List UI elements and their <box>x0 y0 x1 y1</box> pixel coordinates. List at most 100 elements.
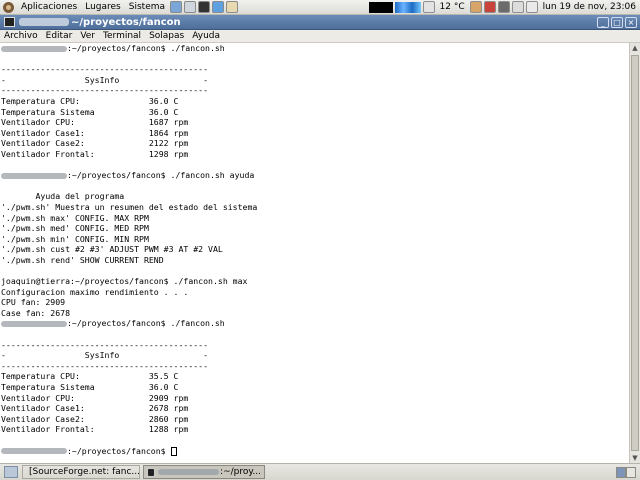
top-panel: Aplicaciones Lugares Sistema 12 °C lun 1… <box>0 0 640 15</box>
scrollbar-thumb[interactable] <box>631 55 639 451</box>
window-titlebar[interactable]: ~/proyectos/fancon _ □ × <box>0 15 640 30</box>
gnome-foot-icon[interactable] <box>3 1 14 13</box>
terminal-line-text: Configuracion maximo rendimiento . . . <box>1 286 189 297</box>
terminal-line-text: CPU fan: 2909 <box>1 297 66 308</box>
redacted-username <box>1 320 67 327</box>
tray-gmail-icon[interactable] <box>497 1 510 13</box>
window-title-text: ~/proyectos/fancon <box>71 16 181 28</box>
tray-app-icon[interactable] <box>469 1 482 13</box>
scroll-down-arrow-icon[interactable]: ▼ <box>631 453 639 463</box>
menu-ver[interactable]: Ver <box>76 31 99 41</box>
terminal-line: ----------------------------------------… <box>0 85 629 96</box>
scroll-up-arrow-icon[interactable]: ▲ <box>631 43 639 53</box>
minimize-button[interactable]: _ <box>597 16 609 28</box>
mail-launcher-icon[interactable] <box>184 1 197 13</box>
terminal-line: - SysInfo - <box>0 75 629 86</box>
cpu-monitor-graph[interactable] <box>368 1 393 13</box>
terminal-line: Case fan: 2678 <box>0 308 629 319</box>
volume-icon[interactable] <box>525 1 538 13</box>
terminal-line-text: Ventilador CPU: 1687 rpm <box>1 117 189 128</box>
terminal-line: Ventilador Case2: 2122 rpm <box>0 138 629 149</box>
terminal-line-text: Ventilador Case1: 2678 rpm <box>1 403 189 414</box>
terminal-line: Temperatura Sistema 36.0 C <box>0 382 629 393</box>
task-label: :~/proy... <box>220 467 261 477</box>
menu-ayuda[interactable]: Ayuda <box>188 31 224 41</box>
terminal-line-text: Ventilador Frontal: 1288 rpm <box>1 424 189 435</box>
clock[interactable]: lun 19 de nov, 23:06 <box>539 0 640 15</box>
terminal-line-text: :~/proyectos/fancon$ ./fancon.sh <box>67 43 225 53</box>
terminal-window-icon[interactable] <box>4 17 15 27</box>
task-terminal[interactable]: :~/proy... <box>143 465 265 479</box>
terminal-line: Configuracion maximo rendimiento . . . <box>0 287 629 298</box>
terminal-line-text: './pwm.sh rend' SHOW CURRENT REND <box>1 254 164 265</box>
close-button[interactable]: × <box>625 16 637 28</box>
menu-aplicaciones[interactable]: Aplicaciones <box>17 0 81 15</box>
redacted-username <box>1 45 67 52</box>
terminal-line-text: :~/proyectos/fancon$ <box>67 445 171 456</box>
menu-sistema[interactable]: Sistema <box>125 0 169 15</box>
menu-editar[interactable]: Editar <box>42 31 77 41</box>
terminal-line-text: './pwm.sh cust #2 #3' ADJUST PWM #3 AT #… <box>1 244 223 255</box>
browser-launcher-icon[interactable] <box>170 1 183 13</box>
menu-terminal[interactable]: Terminal <box>99 31 145 41</box>
terminal-line: Ventilador Case2: 2860 rpm <box>0 414 629 425</box>
tray-alert-icon[interactable] <box>483 1 496 13</box>
terminal-line: Ventilador Case1: 2678 rpm <box>0 403 629 414</box>
terminal-line: :~/proyectos/fancon$ <box>0 446 629 457</box>
terminal-cursor <box>170 446 177 456</box>
terminal-line-text: Ventilador Case1: 1864 rpm <box>1 127 189 138</box>
terminal-launcher-icon[interactable] <box>198 1 211 13</box>
tray-network-icon[interactable] <box>511 1 524 13</box>
network-launcher-icon[interactable] <box>212 1 225 13</box>
terminal-line: './pwm.sh max' CONFIG. MAX RPM <box>0 213 629 224</box>
terminal-output[interactable]: :~/proyectos/fancon$ ./fancon.sh --------… <box>0 43 629 463</box>
terminal-line: :~/proyectos/fancon$ ./fancon.sh <box>0 318 629 329</box>
terminal-line: './pwm.sh med' CONFIG. MED RPM <box>0 223 629 234</box>
terminal-line-text: Ventilador Case2: 2860 rpm <box>1 413 189 424</box>
task-firefox[interactable]: [SourceForge.net: fanc... <box>22 465 140 479</box>
terminal-line-text: './pwm.sh max' CONFIG. MAX RPM <box>1 212 149 223</box>
menubar: Archivo Editar Ver Terminal Solapas Ayud… <box>0 30 640 43</box>
terminal-line: ----------------------------------------… <box>0 64 629 75</box>
terminal-line: Temperatura CPU: 35.5 C <box>0 371 629 382</box>
menu-solapas[interactable]: Solapas <box>145 31 188 41</box>
terminal-line: - SysInfo - <box>0 350 629 361</box>
menu-lugares[interactable]: Lugares <box>81 0 125 15</box>
terminal-line-text: Case fan: 2678 <box>1 307 71 318</box>
terminal-line-text: Temperatura Sistema 36.0 C <box>1 106 179 117</box>
terminal-line-text: Ventilador Case2: 2122 rpm <box>1 138 189 149</box>
network-monitor-graph[interactable] <box>394 1 421 13</box>
terminal-line: Ventilador Frontal: 1288 rpm <box>0 424 629 435</box>
redacted-username <box>1 448 67 455</box>
terminal-line-text: - SysInfo - <box>1 74 209 85</box>
workspace-switcher[interactable] <box>616 466 636 478</box>
terminal-line-text: ----------------------------------------… <box>1 360 209 371</box>
bottom-panel: [SourceForge.net: fanc... :~/proy... <box>0 463 640 480</box>
terminal-line: Ventilador CPU: 2909 rpm <box>0 393 629 404</box>
workspace-1[interactable] <box>616 466 626 478</box>
terminal-line-text: Temperatura CPU: 36.0 C <box>1 95 179 106</box>
terminal-line: './pwm.sh min' CONFIG. MIN RPM <box>0 234 629 245</box>
menu-archivo[interactable]: Archivo <box>0 31 42 41</box>
terminal-line-text: './pwm.sh' Muestra un resumen del estado… <box>1 201 258 212</box>
weather-icon[interactable] <box>422 1 435 13</box>
terminal-line: :~/proyectos/fancon$ ./fancon.sh <box>0 43 629 54</box>
workspace-2[interactable] <box>626 466 636 478</box>
terminal-line-text: Ventilador CPU: 2909 rpm <box>1 392 189 403</box>
terminal-line-text: Ayuda del programa <box>1 191 125 202</box>
maximize-button[interactable]: □ <box>611 16 623 28</box>
terminal-line: ----------------------------------------… <box>0 361 629 372</box>
terminal-line: Temperatura CPU: 36.0 C <box>0 96 629 107</box>
terminal-scrollbar[interactable]: ▲ ▼ <box>629 43 640 463</box>
terminal-line: Ventilador Case1: 1864 rpm <box>0 128 629 139</box>
weather-temperature[interactable]: 12 °C <box>436 0 469 15</box>
show-desktop-button[interactable] <box>4 466 18 478</box>
task-label: [SourceForge.net: fanc... <box>29 467 140 477</box>
editor-launcher-icon[interactable] <box>226 1 239 13</box>
terminal-line-text: joaquin@tierra:~/proyectos/fancon$ ./fan… <box>1 276 248 287</box>
terminal-line-text: ----------------------------------------… <box>1 64 209 75</box>
